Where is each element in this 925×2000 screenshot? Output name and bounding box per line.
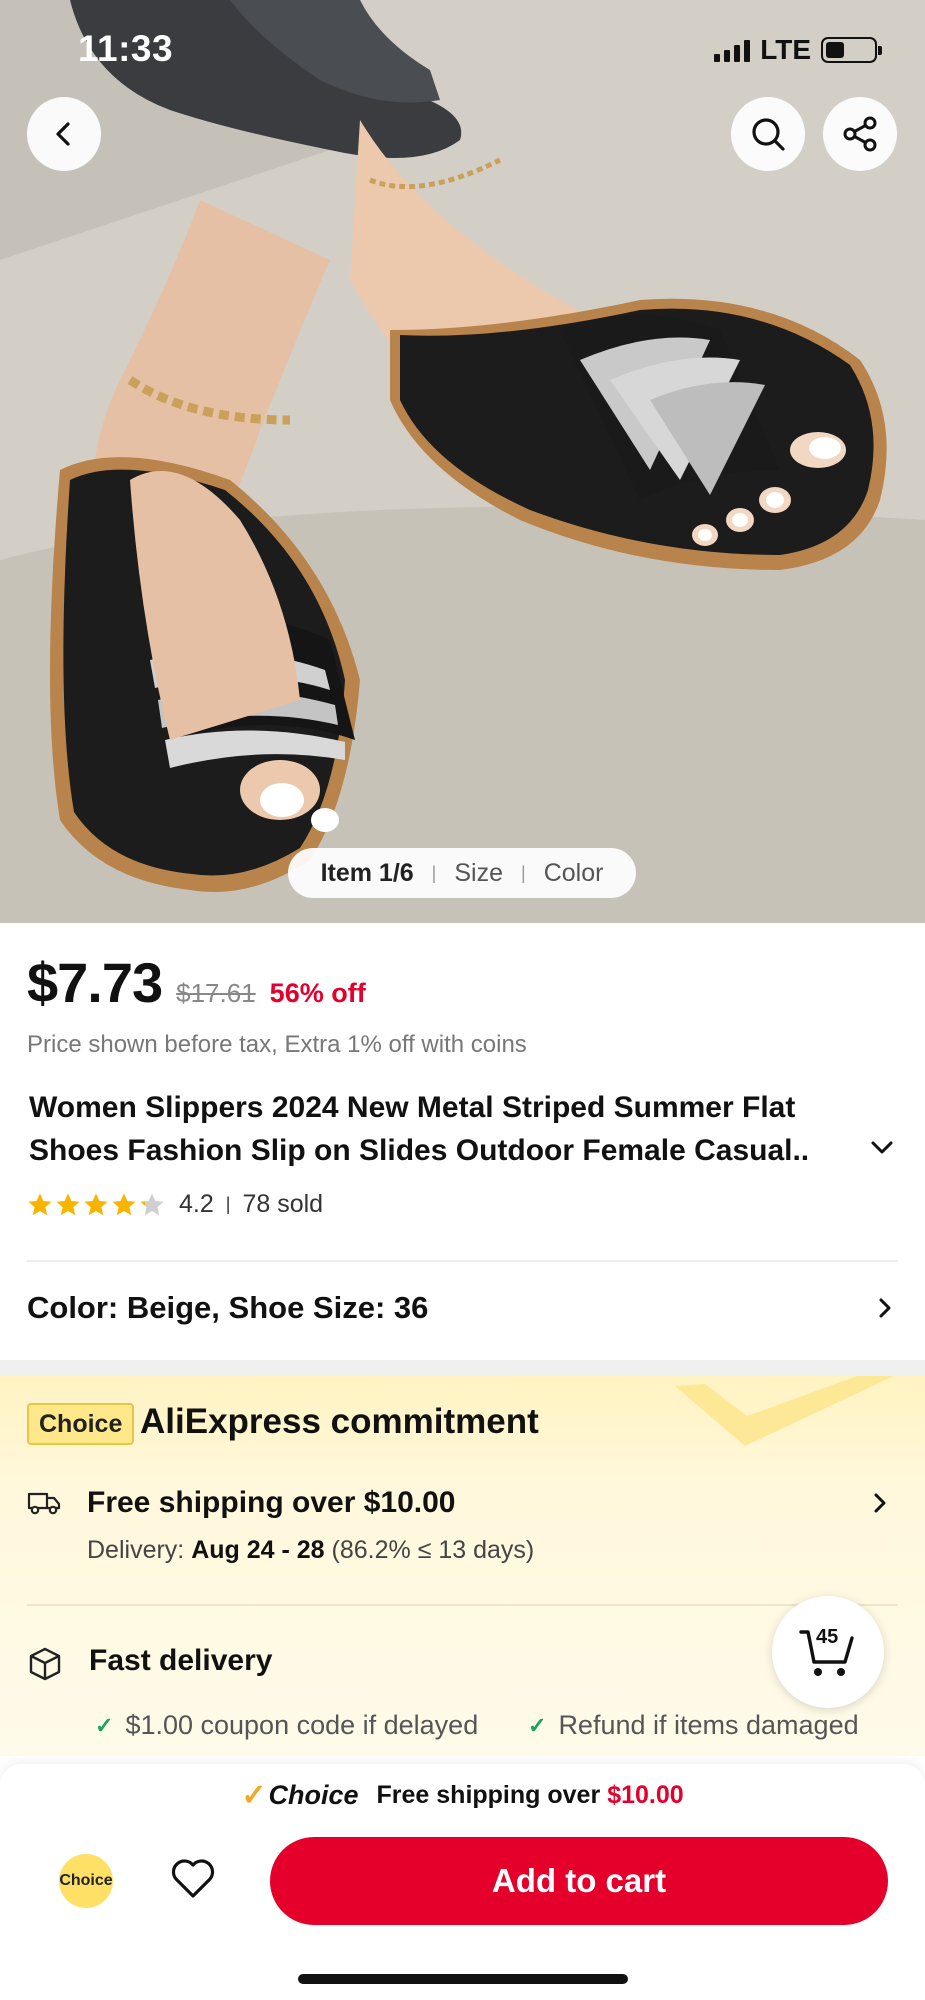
status-bar: 11:33 LTE — [0, 0, 925, 100]
perk-refund: ✓ Refund if items damaged — [528, 1710, 859, 1741]
perk-refund-text: Refund if items damaged — [558, 1710, 859, 1740]
choice-check-icon: ✓ — [241, 1779, 267, 1812]
fast-delivery-title: Fast delivery — [89, 1644, 273, 1677]
pager-separator: | — [431, 862, 437, 883]
current-price: $7.73 — [27, 951, 163, 1014]
gallery-pager[interactable]: Item 1/6 | Size | Color — [288, 848, 636, 898]
status-indicators: LTE — [714, 34, 882, 66]
divider — [27, 1604, 898, 1606]
checkmark-decoration-icon — [675, 1376, 894, 1446]
search-icon — [752, 118, 785, 151]
star-icon — [84, 1193, 108, 1215]
delivery-stats: (86.2% ≤ 13 days) — [331, 1536, 535, 1564]
star-icon — [28, 1193, 52, 1215]
bottom-action-bar: ✓ Choice Free shipping over $10.00 Choic… — [0, 1764, 925, 2000]
original-price: $17.61 — [176, 978, 256, 1008]
pager-color-tab[interactable]: Color — [544, 859, 604, 888]
pager-separator: | — [521, 862, 526, 883]
price-row: $7.73 $17.61 56% off — [27, 950, 366, 1015]
star-rating — [27, 1192, 165, 1218]
share-button[interactable] — [823, 97, 897, 171]
promo-text: Free shipping over — [376, 1781, 601, 1809]
delivery-dates: Aug 24 - 28 — [191, 1536, 325, 1564]
wishlist-heart-icon[interactable] — [170, 1858, 216, 1900]
chevron-down-icon[interactable] — [868, 1134, 896, 1162]
signal-icon — [714, 38, 751, 62]
back-button[interactable] — [27, 97, 101, 171]
search-button[interactable] — [731, 97, 805, 171]
network-type: LTE — [760, 34, 811, 65]
back-arrow-icon — [56, 122, 70, 146]
section-separator — [0, 1360, 925, 1376]
delivery-label: Delivery: — [87, 1536, 185, 1564]
product-image-gallery[interactable]: 11:33 LTE Item 1/6 | Size | Color — [0, 0, 925, 923]
check-icon: ✓ — [95, 1712, 114, 1738]
package-icon — [29, 1647, 61, 1681]
floating-cart-button[interactable]: 45 — [772, 1596, 884, 1708]
check-icon: ✓ — [528, 1712, 547, 1738]
promo-amount: $10.00 — [607, 1781, 684, 1809]
home-indicator[interactable] — [298, 1974, 628, 1984]
rating-separator: | — [225, 1194, 231, 1214]
pager-item-count[interactable]: Item 1/6 — [321, 859, 414, 888]
choice-commitment-section: Choice AliExpress commitment Free shippi… — [0, 1376, 925, 1756]
chevron-right-icon — [879, 1298, 891, 1318]
commitment-title: AliExpress commitment — [140, 1402, 539, 1441]
status-time: 11:33 — [78, 28, 174, 69]
rating-row[interactable]: 4.2 | 78 sold — [27, 1190, 323, 1219]
star-icon — [56, 1193, 80, 1215]
delivery-estimate: Delivery: Aug 24 - 28 (86.2% ≤ 13 days) — [87, 1536, 534, 1565]
star-icon — [112, 1193, 136, 1215]
variant-label: Color: Beige, Shoe Size: 36 — [27, 1290, 429, 1325]
choice-badge: Choice — [27, 1403, 135, 1445]
divider — [27, 1260, 898, 1262]
rating-value: 4.2 — [179, 1190, 214, 1218]
add-to-cart-button[interactable]: Add to cart — [270, 1837, 888, 1925]
sold-count: 78 sold — [242, 1190, 324, 1218]
chevron-right-icon — [874, 1493, 886, 1513]
pager-size-tab[interactable]: Size — [454, 859, 503, 888]
choice-promo-banner: ✓ Choice Free shipping over $10.00 — [0, 1778, 925, 1813]
perk-coupon: ✓ $1.00 coupon code if delayed — [95, 1710, 478, 1741]
discount-label: 56% off — [269, 978, 366, 1008]
truck-icon — [27, 1492, 61, 1515]
battery-icon — [821, 37, 882, 63]
star-icon — [140, 1193, 164, 1215]
choice-store-button[interactable]: Choice — [59, 1854, 113, 1908]
perk-coupon-text: $1.00 coupon code if delayed — [125, 1710, 479, 1740]
share-icon — [843, 116, 877, 152]
shipping-title: Free shipping over $10.00 — [87, 1486, 456, 1519]
cart-count: 45 — [816, 1626, 839, 1648]
product-title[interactable]: Women Slippers 2024 New Metal Striped Su… — [29, 1086, 879, 1172]
variant-selector[interactable]: Color: Beige, Shoe Size: 36 — [27, 1288, 898, 1328]
price-note: Price shown before tax, Extra 1% off wit… — [27, 1031, 527, 1058]
promo-choice-label: Choice — [268, 1780, 359, 1810]
